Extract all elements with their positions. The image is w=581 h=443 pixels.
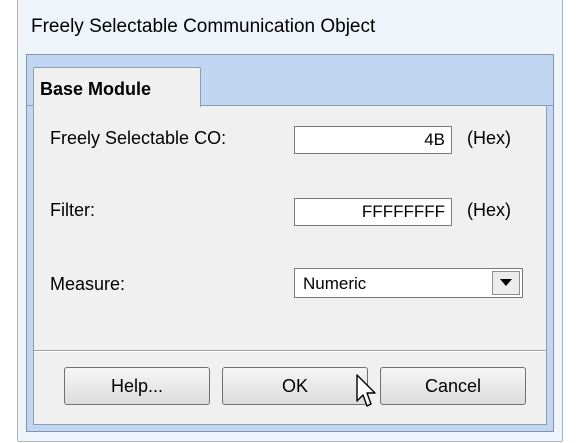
dialog-window: Freely Selectable Communication Object B…	[17, 0, 563, 442]
filter-label: Filter:	[50, 200, 95, 220]
button-separator-highlight	[34, 351, 546, 352]
co-label: Freely Selectable CO:	[50, 128, 227, 148]
filter-unit-label: (Hex)	[467, 200, 511, 220]
filter-input[interactable]	[294, 198, 452, 226]
tab-base-module[interactable]: Base Module	[33, 67, 201, 107]
cancel-button[interactable]: Cancel	[380, 367, 526, 405]
co-unit-label: (Hex)	[467, 128, 511, 148]
tab-label: Base Module	[40, 79, 152, 99]
ok-button[interactable]: OK	[222, 367, 368, 405]
co-input[interactable]	[294, 126, 452, 154]
measure-label: Measure:	[50, 274, 126, 294]
measure-selected-value: Numeric	[303, 274, 367, 293]
tab-panel: Freely Selectable CO: (Hex) Filter: (Hex…	[33, 106, 547, 425]
measure-select[interactable]: Numeric	[294, 268, 523, 298]
help-button[interactable]: Help...	[64, 367, 210, 405]
window-title: Freely Selectable Communication Object	[31, 16, 376, 37]
mouse-pointer-icon	[356, 374, 376, 407]
chevron-down-icon	[500, 279, 512, 286]
dialog-client-area: Base Module Freely Selectable CO: (Hex) …	[26, 54, 554, 432]
dropdown-button[interactable]	[492, 271, 520, 295]
